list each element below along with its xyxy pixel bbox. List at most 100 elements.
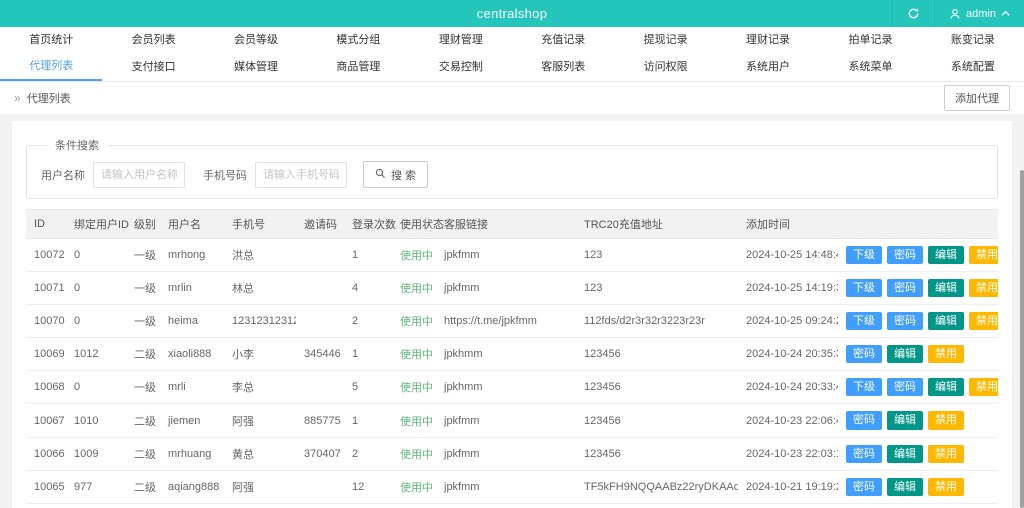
nav-item-service-list[interactable]: 客服列表 (512, 54, 614, 81)
password-button[interactable]: 密码 (846, 411, 882, 429)
table-row: 10065977二级aqiang888阿强12使用中jpkfmmTF5kFH9N… (26, 470, 998, 503)
cell-trc20-address: 112fds/d2r3r32r3223r23r (576, 305, 738, 338)
cell-username: jiemen (160, 404, 224, 437)
table-row: 100680一级mrli李总5使用中jpkhmm1234562024-10-24… (26, 371, 998, 404)
nav-item-account-change-records[interactable]: 账变记录 (922, 27, 1024, 54)
nav-item-trade-control[interactable]: 交易控制 (410, 54, 512, 81)
cell-trc20-address: 123 (576, 272, 738, 305)
disable-button[interactable]: 禁用 (928, 411, 964, 429)
disable-button[interactable]: 禁用 (969, 246, 998, 264)
password-button[interactable]: 密码 (887, 312, 923, 330)
cell-bind-user-id: 977 (66, 470, 126, 503)
password-button[interactable]: 密码 (887, 246, 923, 264)
cell-bind-user-id: 0 (66, 305, 126, 338)
password-button[interactable]: 密码 (887, 378, 923, 396)
edit-button[interactable]: 编辑 (928, 246, 964, 264)
cell-invite-code (296, 272, 344, 305)
table-row: 100720一级mrhong洪总1使用中jpkfmm1232024-10-25 … (26, 239, 998, 272)
edit-button[interactable]: 编辑 (887, 345, 923, 363)
nav-item-payment-api[interactable]: 支付接口 (102, 54, 204, 81)
cell-invite-code (296, 503, 344, 508)
cell-bind-user-id: 1012 (66, 338, 126, 371)
column-header-0: ID (26, 210, 66, 239)
cell-id: 10072 (26, 239, 66, 272)
edit-button[interactable]: 编辑 (887, 411, 923, 429)
refresh-button[interactable] (892, 0, 934, 27)
search-button[interactable]: 搜 索 (363, 161, 428, 188)
nav-item-withdraw-records[interactable]: 提现记录 (614, 27, 716, 54)
cell-id: 10064 (26, 503, 66, 508)
nav-item-agent-list[interactable]: 代理列表 (0, 54, 102, 81)
disable-button[interactable]: 禁用 (969, 378, 998, 396)
subordinate-button[interactable]: 下级 (846, 378, 882, 396)
cell-id: 10071 (26, 272, 66, 305)
disable-button[interactable]: 禁用 (969, 312, 998, 330)
cell-actions: 下级密码编辑禁用 (838, 371, 998, 404)
disable-button[interactable]: 禁用 (969, 279, 998, 297)
disable-button[interactable]: 禁用 (928, 345, 964, 363)
cell-kefu-link: 123 (436, 503, 576, 508)
cell-status: 使用中 (392, 338, 436, 371)
cell-created-at: 2024-10-18 20:09:48 (738, 503, 838, 508)
cell-trc20-address: TF5kFH9NQQAABz22ryDKAAdETf88VZCtRf (576, 503, 738, 508)
cell-username: mrli (160, 371, 224, 404)
subordinate-button[interactable]: 下级 (846, 279, 882, 297)
subordinate-button[interactable]: 下级 (846, 312, 882, 330)
password-button[interactable]: 密码 (846, 445, 882, 463)
column-header-4: 手机号 (224, 210, 296, 239)
cell-status: 使用中 (392, 371, 436, 404)
nav-item-goods-mgmt[interactable]: 商品管理 (307, 54, 409, 81)
breadcrumb-marker-icon: » (14, 91, 21, 105)
nav-item-recharge-records[interactable]: 充值记录 (512, 27, 614, 54)
nav-item-system-menu[interactable]: 系统菜单 (819, 54, 921, 81)
table-row: 100710一级mrlin林总4使用中jpkfmm1232024-10-25 1… (26, 272, 998, 305)
edit-button[interactable]: 编辑 (887, 445, 923, 463)
cell-actions: 密码编辑禁用 (838, 404, 998, 437)
password-button[interactable]: 密码 (846, 478, 882, 496)
cell-level: 一级 (126, 371, 160, 404)
cell-status: 使用中 (392, 470, 436, 503)
disable-button[interactable]: 禁用 (928, 445, 964, 463)
add-agent-button[interactable]: 添加代理 (944, 85, 1010, 111)
cell-phone: 洪总 (224, 239, 296, 272)
edit-button[interactable]: 编辑 (928, 378, 964, 396)
disable-button[interactable]: 禁用 (928, 478, 964, 496)
user-menu[interactable]: admin (934, 0, 1024, 27)
edit-button[interactable]: 编辑 (928, 279, 964, 297)
nav-item-access-perms[interactable]: 访问权限 (614, 54, 716, 81)
search-fieldset: 条件搜索 用户名称 手机号码 搜 索 (26, 137, 998, 199)
subordinate-button[interactable]: 下级 (846, 246, 882, 264)
cell-login-count: 2 (344, 437, 392, 470)
scrollbar[interactable] (1020, 170, 1024, 508)
password-button[interactable]: 密码 (846, 345, 882, 363)
nav-item-member-level[interactable]: 会员等级 (205, 27, 307, 54)
cell-phone: 李总 (224, 371, 296, 404)
cell-created-at: 2024-10-23 22:06:46 (738, 404, 838, 437)
nav-item-system-users[interactable]: 系统用户 (717, 54, 819, 81)
edit-button[interactable]: 编辑 (928, 312, 964, 330)
nav-item-member-list[interactable]: 会员列表 (102, 27, 204, 54)
nav-item-system-config[interactable]: 系统配置 (922, 54, 1024, 81)
phone-input[interactable] (255, 162, 347, 188)
username-input[interactable] (93, 162, 185, 188)
nav-item-media-mgmt[interactable]: 媒体管理 (205, 54, 307, 81)
cell-kefu-link: jpkfmm (436, 437, 576, 470)
edit-button[interactable]: 编辑 (887, 478, 923, 496)
nav-item-finance-records[interactable]: 理财记录 (717, 27, 819, 54)
cell-login-count: 14 (344, 503, 392, 508)
cell-level: 二级 (126, 503, 160, 508)
nav-item-home-stats[interactable]: 首页统计 (0, 27, 102, 54)
agent-table: ID绑定用户ID级别用户名手机号邀请码登录次数使用状态客服链接TRC20充值地址… (26, 209, 998, 508)
nav-item-finance-mgmt[interactable]: 理财管理 (410, 27, 512, 54)
cell-login-count: 1 (344, 404, 392, 437)
nav-item-order-records[interactable]: 拍单记录 (819, 27, 921, 54)
content-card: 条件搜索 用户名称 手机号码 搜 索 ID绑定用户ID级别用户名手机号邀请码登录… (12, 121, 1012, 508)
cell-level: 一级 (126, 272, 160, 305)
cell-invite-code (296, 305, 344, 338)
cell-trc20-address: 123456 (576, 404, 738, 437)
nav-item-mode-group[interactable]: 模式分组 (307, 27, 409, 54)
cell-username: mrchen (160, 503, 224, 508)
password-button[interactable]: 密码 (887, 279, 923, 297)
search-icon (375, 168, 386, 182)
column-header-5: 邀请码 (296, 210, 344, 239)
